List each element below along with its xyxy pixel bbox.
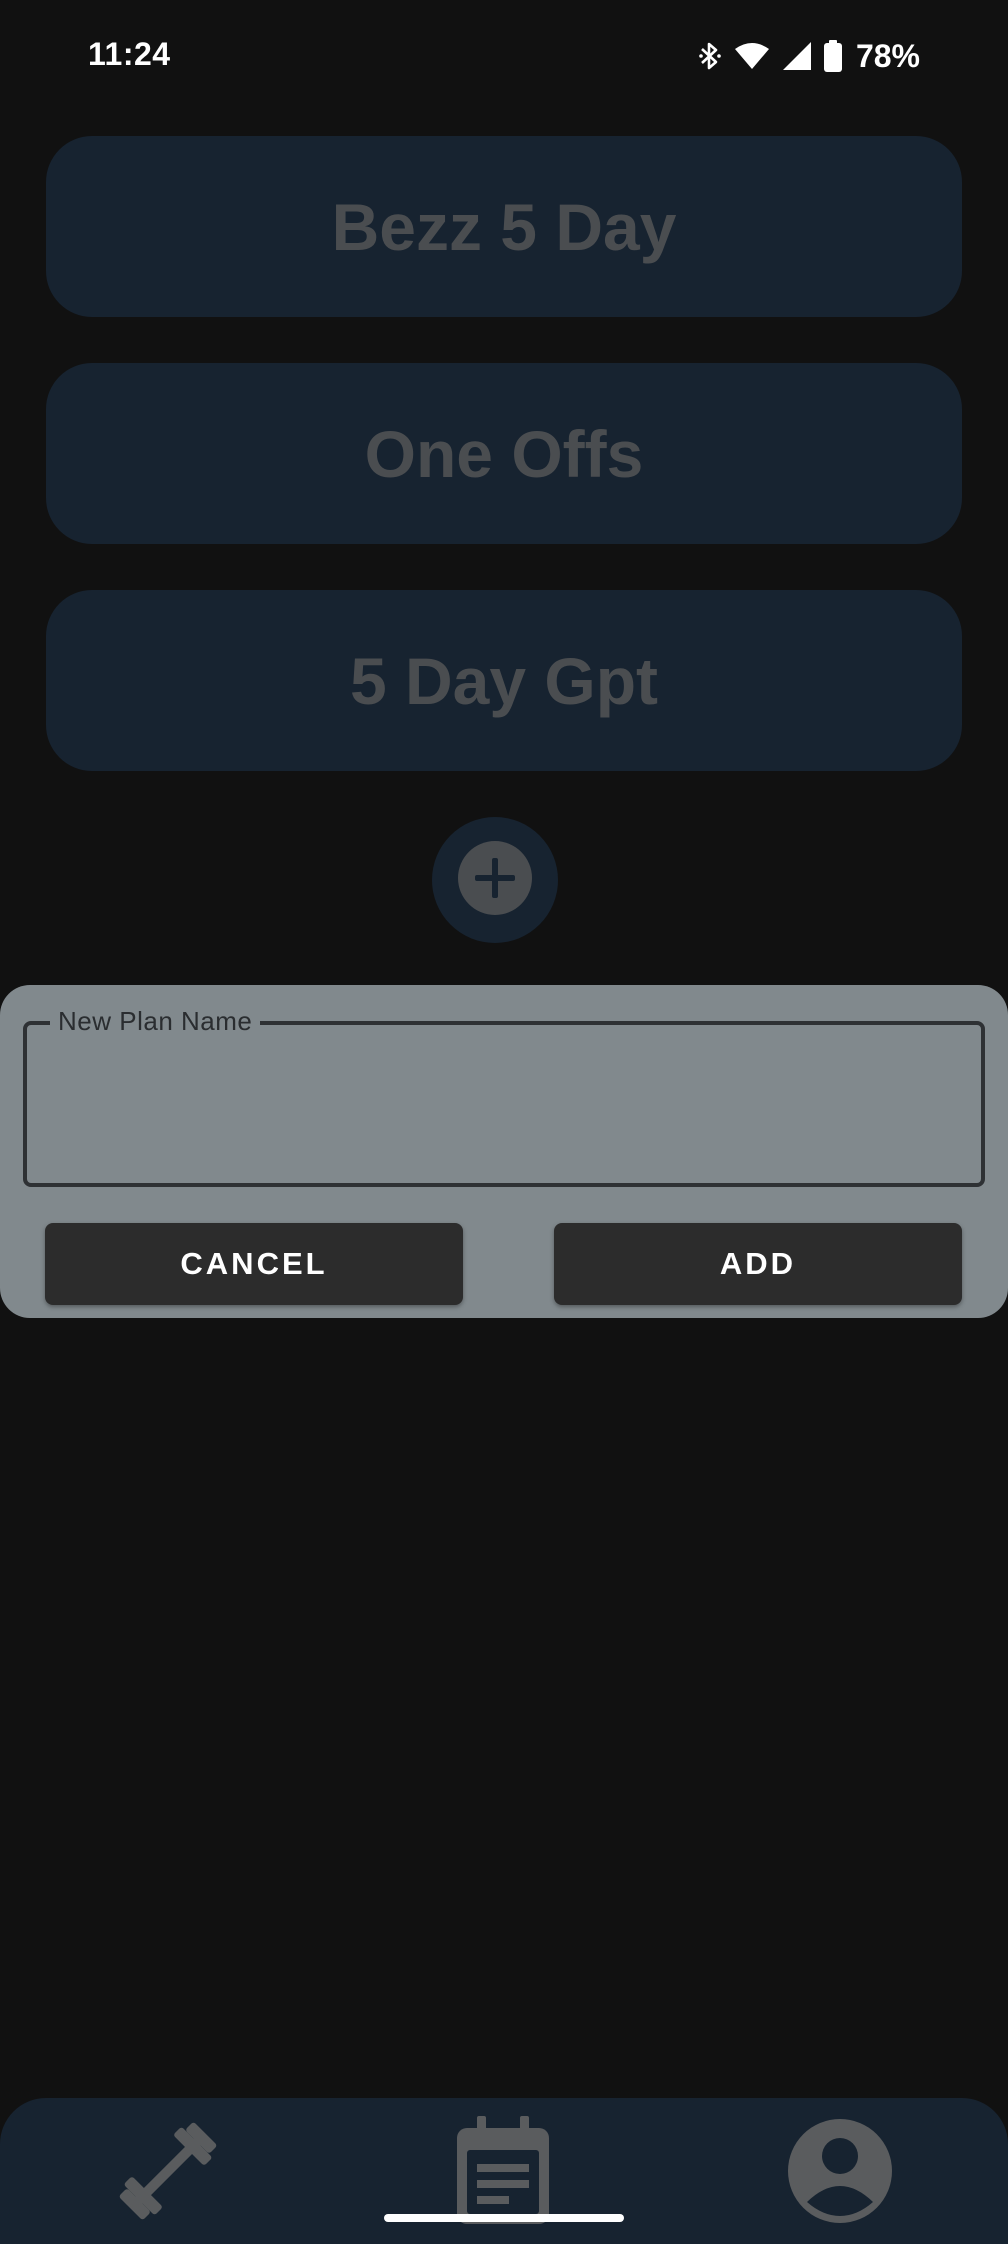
nav-profile[interactable] [775,2108,905,2238]
cancel-button[interactable]: CANCEL [45,1223,463,1305]
plan-card-label: 5 Day Gpt [349,643,659,718]
signal-icon [782,41,812,71]
plan-list: Bezz 5 Day One Offs 5 Day Gpt [46,136,962,817]
plan-card-label: One Offs [364,416,644,491]
bottom-nav [0,2098,1008,2244]
new-plan-dialog: New Plan Name CANCEL ADD [0,985,1008,1318]
nav-workouts[interactable] [103,2108,233,2238]
status-icons: 78% [698,36,920,76]
status-time: 11:24 [88,36,171,72]
battery-percent: 78% [855,37,920,74]
plan-card-label: Bezz 5 Day [331,189,677,264]
add-plan-button[interactable] [432,817,558,943]
plus-circle-icon [457,840,533,921]
plan-name-label: New Plan Name [50,1006,261,1036]
plans-screen: 11:24 78% Bezz 5 Day One Offs 5 Day Gpt … [0,0,1008,2244]
plan-name-input[interactable] [30,1025,975,1175]
battery-icon [823,40,842,72]
plan-card[interactable]: Bezz 5 Day [46,136,962,317]
bluetooth-icon [698,40,722,72]
plan-card[interactable]: 5 Day Gpt [46,590,962,771]
wifi-icon [734,41,770,71]
status-bar: 11:24 78% [0,0,1008,115]
add-button[interactable]: ADD [554,1223,962,1305]
account-circle-icon [787,2118,893,2229]
home-indicator[interactable] [384,2214,624,2222]
plan-card[interactable]: One Offs [46,363,962,544]
dumbbell-icon [113,2116,223,2231]
